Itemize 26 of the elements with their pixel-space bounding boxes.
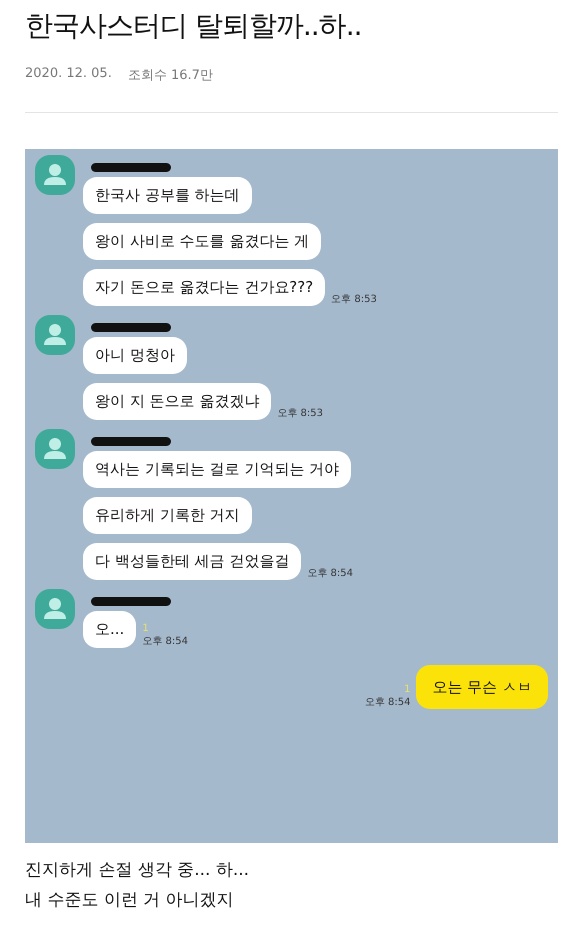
message-bubble: 유리하게 기록한 거지 (83, 497, 252, 534)
message-time: 오후 8:54 (364, 696, 410, 709)
avatar-icon (35, 155, 75, 195)
view-count: 조회수 16.7만 (128, 67, 213, 84)
message-bubble: 왕이 지 돈으로 옮겼겠냐 (83, 383, 272, 420)
message-bubble: 자기 돈으로 옮겼다는 건가요??? (83, 269, 326, 306)
message-time: 오후 8:54 (307, 567, 353, 580)
message-bubble: 오... (83, 611, 136, 648)
message-bubble: 왕이 사비로 수도를 옮겼다는 게 (83, 223, 322, 260)
avatar-icon (35, 589, 75, 629)
avatar-icon (35, 315, 75, 355)
message-bubble: 아니 멍청아 (83, 337, 187, 374)
message-time: 오후 8:54 (142, 635, 188, 648)
message-time: 오후 8:53 (277, 407, 323, 420)
message-bubble: 다 백성들한테 세금 걷었을걸 (83, 543, 302, 580)
message-bubble: 오는 무슨 ㅅㅂ (416, 665, 548, 709)
message-bubble: 역사는 기록되는 걸로 기억되는 거야 (83, 451, 352, 488)
unread-count: 1 (142, 623, 150, 634)
message-bubble: 한국사 공부를 하는데 (83, 177, 252, 214)
avatar-icon (35, 429, 75, 469)
caption-text: 진지하게 손절 생각 중... 하... (25, 859, 250, 882)
caption-text: 내 수준도 이런 거 아니겠지 (25, 889, 235, 912)
post-date: 2020. 12. 05. (25, 66, 112, 83)
unread-count: 1 (404, 684, 410, 695)
message-time: 오후 8:53 (331, 293, 377, 306)
post-title: 한국사스터디 탈퇴할까..하.. (25, 8, 363, 44)
